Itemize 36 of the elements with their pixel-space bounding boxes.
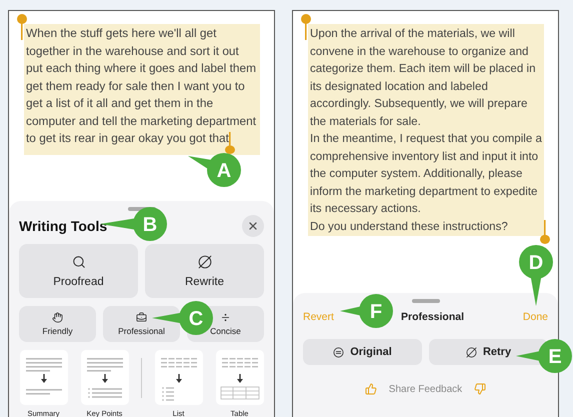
selection-handle[interactable] bbox=[540, 220, 550, 244]
format-thumbnail[interactable] bbox=[20, 350, 68, 405]
hand-icon bbox=[52, 312, 63, 323]
magnifier-icon bbox=[72, 254, 86, 268]
thumbs-down-icon[interactable] bbox=[474, 383, 486, 395]
tone-button[interactable]: Friendly bbox=[19, 306, 96, 342]
tone-button[interactable]: Professional bbox=[103, 306, 180, 342]
panel-title: Writing Tools bbox=[19, 218, 108, 234]
divide-icon bbox=[220, 312, 231, 323]
callout-tooltip: E bbox=[516, 339, 572, 373]
format-thumbnail[interactable] bbox=[216, 350, 264, 405]
thumbs-up-icon[interactable] bbox=[364, 383, 377, 395]
callout-tooltip: A bbox=[188, 153, 241, 187]
circle-lines-icon bbox=[333, 346, 344, 358]
sheet-grabber[interactable] bbox=[412, 299, 440, 303]
panel-title: Professional bbox=[400, 311, 464, 323]
format-thumbnail[interactable] bbox=[80, 350, 128, 405]
close-icon bbox=[247, 220, 259, 232]
format-thumbnail[interactable] bbox=[154, 350, 202, 405]
selection-handle[interactable] bbox=[17, 14, 27, 40]
note-paragraph: Upon the arrival of the materials, we will convene in the warehouse to organize and categorize them. Each item will be placed in its designated location and labeled accordingly. Subsequently, we will prepare the materials for sale. bbox=[310, 26, 537, 130]
tool-button[interactable]: Rewrite bbox=[145, 244, 264, 298]
circle-slash-icon bbox=[466, 346, 477, 358]
note-paragraph: In the meantime, I request that you compile a comprehensive inventory list and input it into the computer system. Additionally, please inform the marketing department to expedite its necessary actions. bbox=[310, 131, 542, 217]
tool-button[interactable]: Proofread bbox=[19, 244, 138, 298]
action-button[interactable]: Retry bbox=[429, 339, 548, 365]
note-paragraph: Do you understand these instructions? bbox=[310, 218, 509, 234]
callout-tooltip: D bbox=[519, 245, 553, 306]
note-text: When the stuff gets here we'll all get together in the warehouse and sort it out put each thing where it goes and label them get them ready for sale then I want you to get a list of it all and get them in the computer and tell the marketing department to get its rear in gear okay you got that bbox=[26, 25, 258, 154]
circle-slash-icon bbox=[198, 254, 212, 268]
selection-handle[interactable] bbox=[301, 14, 311, 40]
action-button[interactable]: Original bbox=[303, 339, 422, 365]
share-feedback-label: Share Feedback bbox=[388, 384, 462, 394]
close-button[interactable] bbox=[242, 215, 264, 237]
callout-tooltip: F bbox=[340, 294, 393, 328]
briefcase-icon bbox=[136, 312, 147, 323]
